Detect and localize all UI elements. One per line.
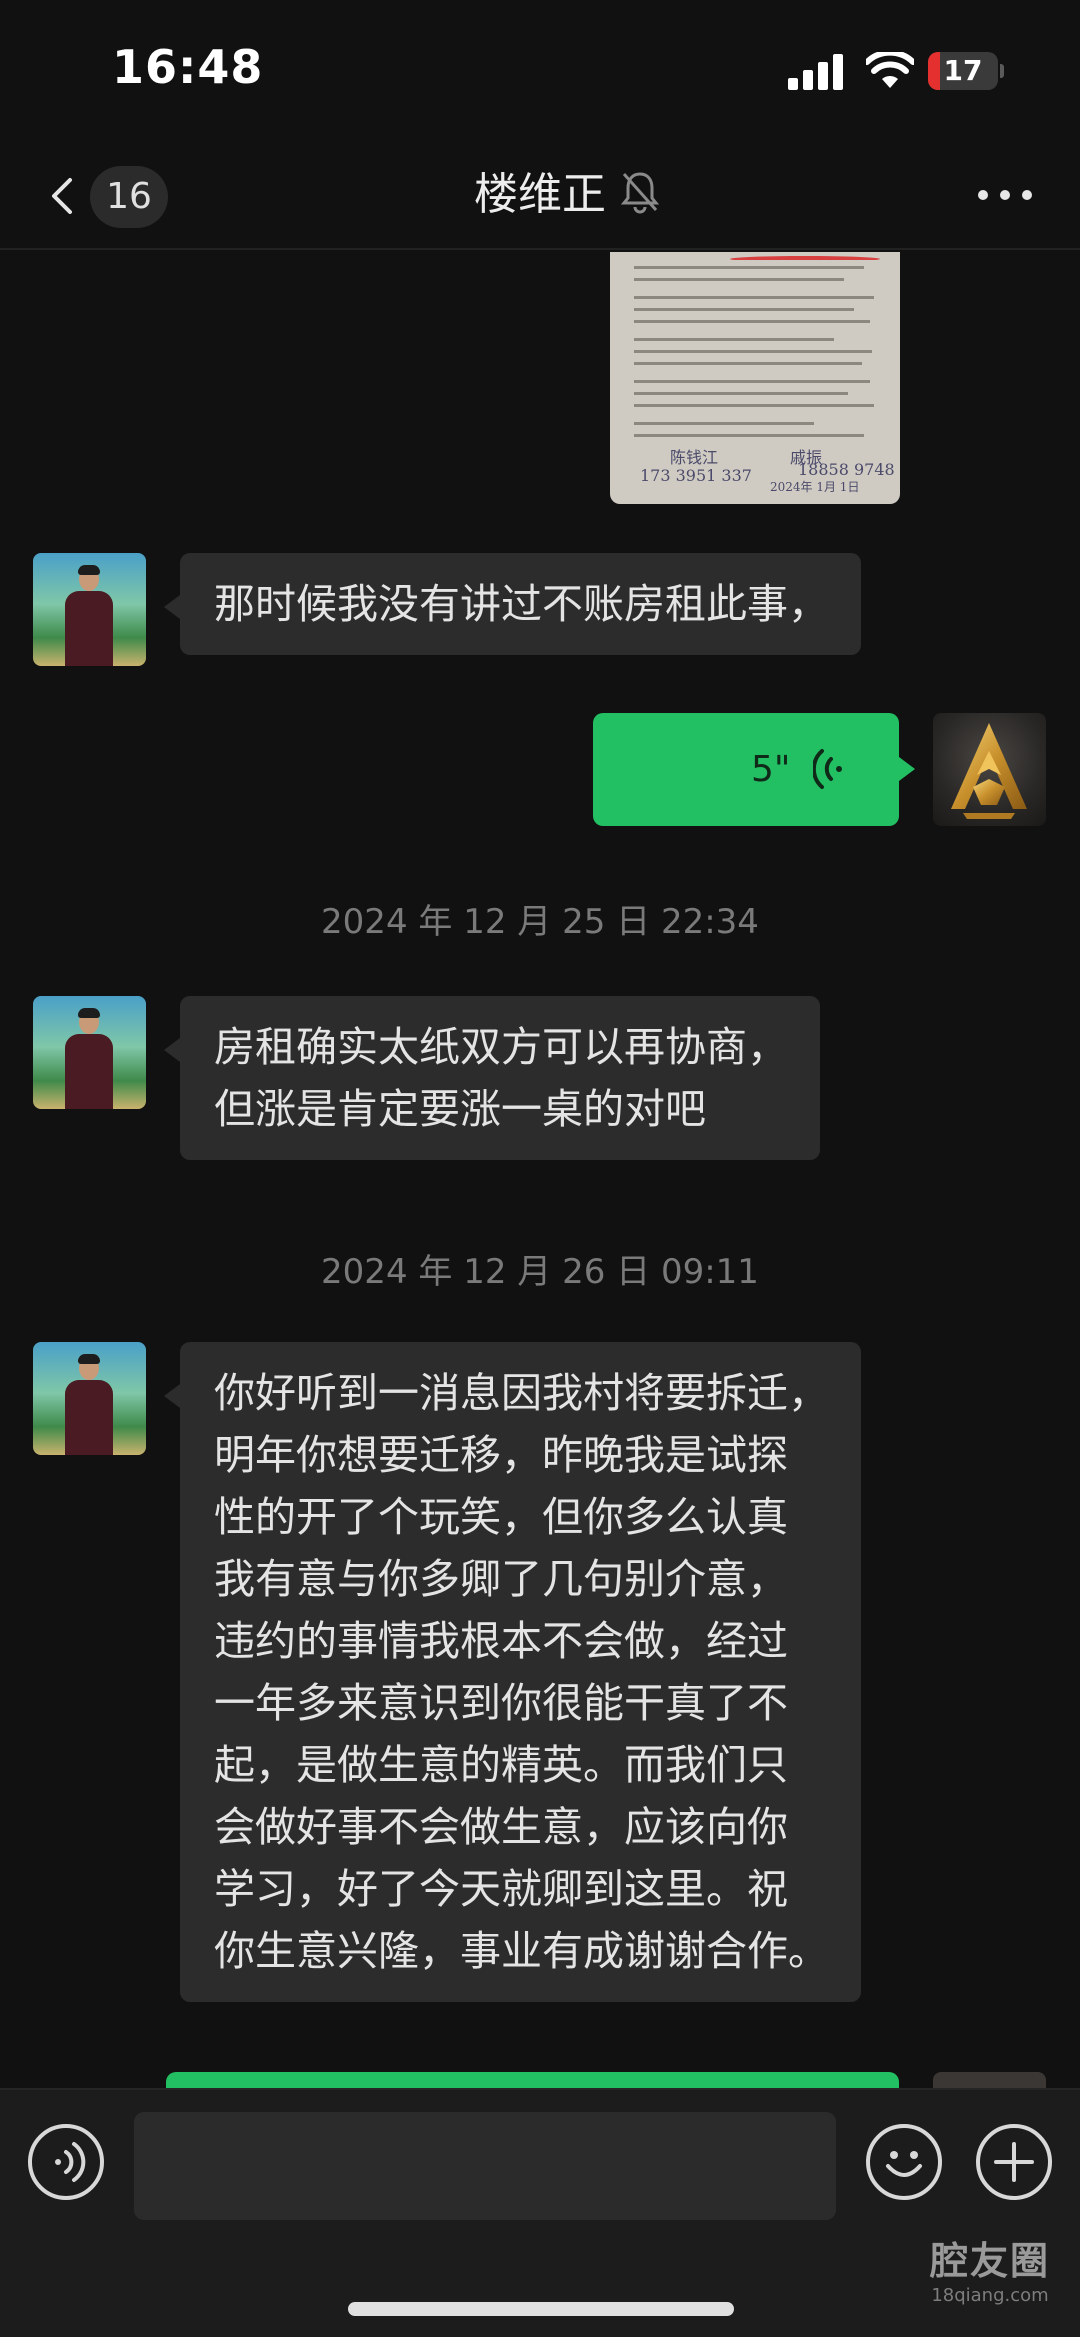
chat-header: 16 楼维正 — [0, 140, 1080, 250]
message-input[interactable] — [134, 2112, 836, 2220]
message-line: 你好听到一消息因我村将要拆迁， — [214, 1369, 829, 1417]
timestamp: 2024 年 12 月 26 日 09:11 — [321, 1252, 759, 1292]
unread-count-badge: 16 — [90, 166, 168, 228]
message-line: 性的开了个玩笑，但你多么认真 — [214, 1493, 788, 1541]
voice-wave-icon — [813, 749, 842, 789]
voice-duration: 5" — [751, 749, 791, 790]
message-line: 你生意兴隆，事业有成谢谢合作。 — [214, 1927, 829, 1975]
cellular-signal-icon — [788, 54, 844, 90]
timestamp: 2024 年 12 月 25 日 22:34 — [321, 902, 759, 942]
bell-muted-icon — [620, 172, 660, 214]
home-indicator[interactable] — [348, 2302, 734, 2316]
gold-emblem-icon — [951, 723, 1027, 819]
message-line: 房租确实太纸双方可以再协商， — [214, 1023, 788, 1071]
message-bubble-partial[interactable] — [166, 2072, 899, 2088]
message-line: 我有意与你多卿了几句别介意， — [214, 1555, 788, 1603]
voice-mode-button[interactable] — [28, 2124, 104, 2200]
input-bar: 腔友圈 18qiang.com — [0, 2088, 1080, 2337]
emoji-icon — [886, 2151, 922, 2177]
message-line: 明年你想要迁移，昨晚我是试探 — [214, 1431, 788, 1479]
document-date: 2024年 1月 1日 — [770, 480, 860, 494]
contact-avatar[interactable] — [33, 1342, 146, 1455]
chevron-left-icon — [52, 178, 72, 214]
voice-message-bubble[interactable]: 5" — [593, 713, 915, 826]
message-list[interactable]: 陈钱江 173 3951 337 戚振 18858 9748 2024年 1月 … — [0, 252, 1080, 2088]
message-line: 违约的事情我根本不会做，经过 — [214, 1617, 788, 1665]
emoji-button[interactable] — [866, 2124, 942, 2200]
document-signature-left: 陈钱江 — [670, 448, 719, 467]
red-underline — [730, 256, 880, 262]
plus-icon — [994, 2142, 1034, 2182]
contact-avatar[interactable] — [33, 996, 146, 1109]
back-button[interactable]: 16 — [36, 160, 176, 230]
watermark-url: 18qiang.com — [931, 2285, 1049, 2306]
my-avatar-partial[interactable] — [933, 2072, 1046, 2088]
battery-icon: 17 — [928, 52, 1004, 90]
message-line: 学习，好了今天就卿到这里。祝 — [214, 1865, 788, 1913]
message-line: 但涨是肯定要涨一桌的对吧 — [214, 1085, 706, 1133]
message-bubble[interactable]: 你好听到一消息因我村将要拆迁， 明年你想要迁移，昨晚我是试探 性的开了个玩笑，但… — [164, 1342, 861, 2002]
message-line: 一年多来意识到你很能干真了不 — [214, 1679, 788, 1727]
more-options-button[interactable] — [970, 170, 1040, 220]
watermark: 腔友圈 18qiang.com — [930, 2230, 1050, 2306]
message-bubble[interactable]: 房租确实太纸双方可以再协商， 但涨是肯定要涨一桌的对吧 — [164, 996, 820, 1160]
ellipsis-icon — [978, 190, 988, 200]
document-image-message[interactable]: 陈钱江 173 3951 337 戚振 18858 9748 2024年 1月 … — [610, 252, 900, 504]
wifi-icon — [866, 52, 914, 88]
status-time: 16:48 — [112, 40, 264, 94]
watermark-text: 腔友圈 — [930, 2238, 1051, 2283]
document-phone-right: 18858 9748 — [798, 460, 895, 479]
status-bar: 16:48 17 — [0, 0, 1080, 140]
voice-mode-icon — [55, 2142, 86, 2182]
chat-title: 楼维正 — [474, 169, 606, 220]
message-text: 那时候我没有讲过不账房租此事， — [214, 580, 829, 628]
my-avatar[interactable] — [933, 713, 1046, 826]
contact-avatar[interactable] — [33, 553, 146, 666]
message-line: 会做好事不会做生意，应该向你 — [214, 1803, 788, 1851]
message-bubble[interactable]: 那时候我没有讲过不账房租此事， — [164, 553, 861, 655]
battery-level: 17 — [943, 54, 983, 87]
document-phone-left: 173 3951 337 — [640, 466, 752, 485]
more-actions-button[interactable] — [976, 2124, 1052, 2200]
message-line: 起，是做生意的精英。而我们只 — [214, 1741, 788, 1789]
